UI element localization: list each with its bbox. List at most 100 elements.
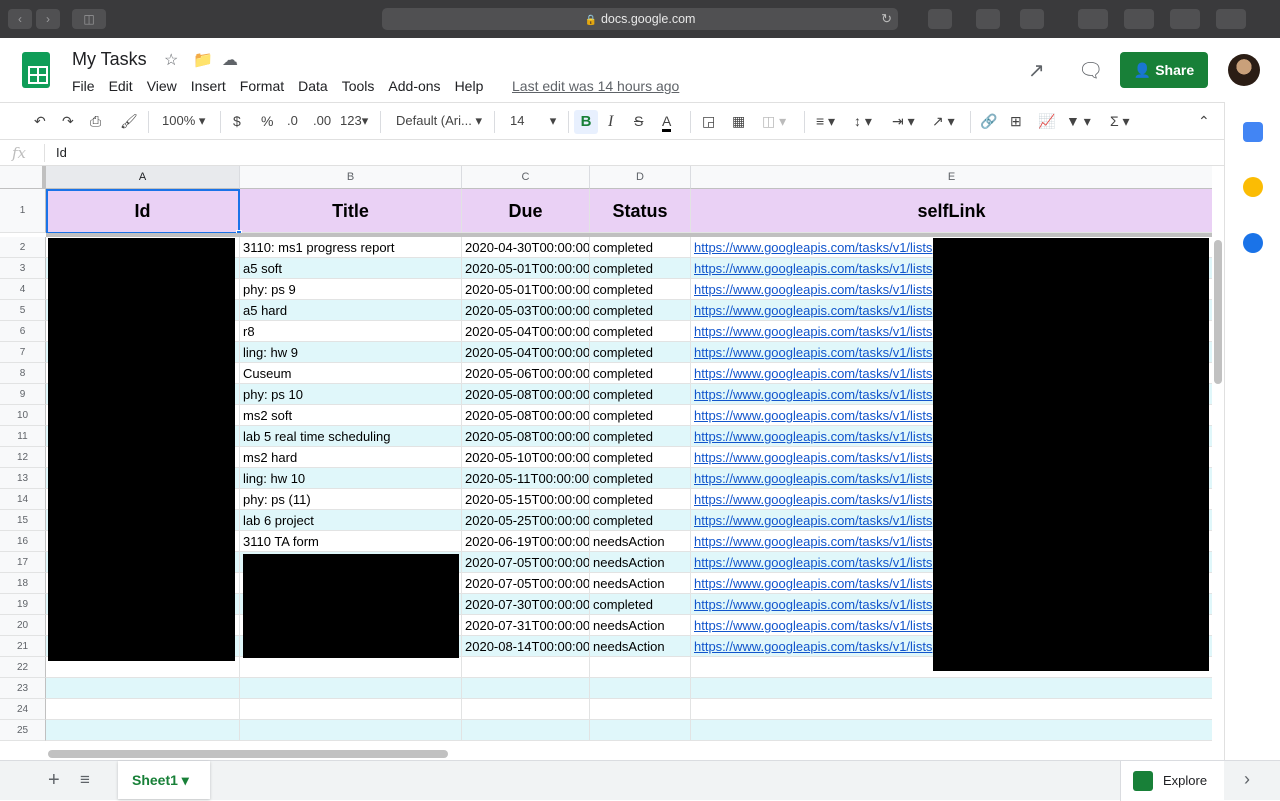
menu-tools[interactable]: Tools [342, 78, 375, 94]
table-cell[interactable]: 2020-05-01T00:00:00 [462, 258, 590, 279]
row-header[interactable]: 16 [0, 531, 46, 552]
extension-icon[interactable] [928, 9, 952, 29]
more-formats-select[interactable]: 123▾ [340, 113, 368, 129]
text-rotation-icon[interactable]: ↗ ▾ [932, 113, 955, 130]
table-cell[interactable]: phy: ps (11) [240, 489, 462, 510]
tasks-icon[interactable] [1243, 233, 1263, 253]
self-link-cell[interactable] [691, 720, 1212, 741]
collapse-toolbar-icon[interactable]: ⌃ [1198, 113, 1210, 130]
row-header[interactable]: 11 [0, 426, 46, 447]
frozen-row-divider[interactable] [46, 233, 1212, 237]
document-title[interactable]: My Tasks [72, 49, 147, 70]
table-cell[interactable]: completed [590, 258, 691, 279]
table-cell[interactable]: phy: ps 10 [240, 384, 462, 405]
table-cell[interactable]: a5 hard [240, 300, 462, 321]
table-cell[interactable]: completed [590, 321, 691, 342]
row-header[interactable]: 6 [0, 321, 46, 342]
row-header[interactable]: 5 [0, 300, 46, 321]
table-cell[interactable] [590, 720, 691, 741]
back-icon[interactable]: ‹ [8, 9, 32, 29]
header-cell[interactable]: Title [240, 189, 462, 233]
decrease-decimal-button[interactable]: .0 [287, 113, 298, 128]
table-cell[interactable]: completed [590, 468, 691, 489]
tab-sheet1[interactable]: Sheet1 ▾ [118, 761, 210, 799]
table-cell[interactable] [240, 657, 462, 678]
row-header[interactable]: 3 [0, 258, 46, 279]
row-header[interactable]: 15 [0, 510, 46, 531]
row-header[interactable]: 9 [0, 384, 46, 405]
activity-trend-icon[interactable]: ↗ [1028, 58, 1045, 83]
text-color-button[interactable]: A [662, 113, 672, 132]
row-header[interactable]: 25 [0, 720, 46, 741]
table-cell[interactable] [240, 678, 462, 699]
self-link-cell[interactable] [691, 699, 1212, 720]
table-cell[interactable]: 3110: ms1 progress report [240, 237, 462, 258]
insert-chart-icon[interactable]: 📈 [1038, 113, 1055, 130]
table-cell[interactable]: 2020-05-06T00:00:00 [462, 363, 590, 384]
share-browser-icon[interactable] [1170, 9, 1200, 29]
fill-color-icon[interactable]: ◲ [702, 113, 715, 130]
paint-format-icon[interactable]: 🖌 [120, 113, 138, 130]
italic-button[interactable]: I [608, 113, 613, 131]
calendar-icon[interactable] [1243, 122, 1263, 142]
menu-file[interactable]: File [72, 78, 95, 94]
increase-decimal-button[interactable]: .00 [313, 113, 331, 128]
table-cell[interactable]: completed [590, 594, 691, 615]
avatar[interactable] [1228, 54, 1260, 86]
table-cell[interactable] [462, 699, 590, 720]
table-cell[interactable]: 2020-05-10T00:00:00 [462, 447, 590, 468]
row-header[interactable]: 17 [0, 552, 46, 573]
borders-icon[interactable]: ▦ [732, 113, 745, 130]
row-header[interactable]: 19 [0, 594, 46, 615]
column-header-d[interactable]: D [590, 166, 691, 189]
row-header[interactable]: 1 [0, 189, 46, 233]
table-cell[interactable] [590, 699, 691, 720]
percent-format-button[interactable]: % [261, 113, 273, 129]
strikethrough-button[interactable]: S [634, 113, 643, 129]
table-cell[interactable] [46, 720, 240, 741]
table-cell[interactable]: 2020-05-01T00:00:00 [462, 279, 590, 300]
cloud-status-icon[interactable]: ☁ [222, 50, 238, 70]
table-cell[interactable] [240, 720, 462, 741]
menu-format[interactable]: Format [240, 78, 284, 94]
table-cell[interactable] [462, 657, 590, 678]
vertical-scrollbar[interactable] [1214, 240, 1222, 384]
self-link-cell[interactable] [691, 678, 1212, 699]
menu-edit[interactable]: Edit [109, 78, 133, 94]
row-header[interactable]: 13 [0, 468, 46, 489]
download-icon[interactable] [1078, 9, 1108, 29]
row-header[interactable]: 7 [0, 342, 46, 363]
menu-help[interactable]: Help [455, 78, 484, 94]
extension-icon[interactable] [976, 9, 1000, 29]
table-cell[interactable]: needsAction [590, 636, 691, 657]
share-button[interactable]: 👤 Share [1120, 52, 1208, 88]
currency-format-button[interactable]: $ [233, 113, 241, 129]
table-cell[interactable]: completed [590, 300, 691, 321]
explore-button[interactable]: Explore [1120, 761, 1224, 801]
table-cell[interactable] [590, 657, 691, 678]
address-bar[interactable]: 🔒 docs.google.com ↻ [382, 8, 898, 30]
horizontal-scrollbar[interactable] [48, 750, 448, 758]
table-cell[interactable]: completed [590, 405, 691, 426]
table-cell[interactable]: 3110 TA form [240, 531, 462, 552]
font-size-select[interactable]: 14 ▾ [510, 113, 556, 129]
table-cell[interactable]: 2020-05-04T00:00:00 [462, 342, 590, 363]
table-cell[interactable]: completed [590, 489, 691, 510]
table-cell[interactable]: 2020-07-05T00:00:00 [462, 552, 590, 573]
table-cell[interactable]: needsAction [590, 552, 691, 573]
sheets-logo-icon[interactable] [22, 52, 50, 88]
table-cell[interactable]: a5 soft [240, 258, 462, 279]
vertical-align-icon[interactable]: ↕ ▾ [854, 113, 872, 130]
star-icon[interactable]: ☆ [164, 50, 178, 70]
row-header[interactable]: 22 [0, 657, 46, 678]
keep-icon[interactable] [1243, 177, 1263, 197]
row-header[interactable]: 10 [0, 405, 46, 426]
table-cell[interactable]: needsAction [590, 531, 691, 552]
table-cell[interactable]: needsAction [590, 615, 691, 636]
header-cell[interactable]: Id [46, 189, 240, 233]
move-folder-icon[interactable]: 📁 [193, 50, 213, 70]
extension-icon[interactable] [1020, 9, 1044, 29]
add-sheet-icon[interactable]: + [48, 769, 60, 792]
column-header-c[interactable]: C [462, 166, 590, 189]
row-header[interactable]: 24 [0, 699, 46, 720]
